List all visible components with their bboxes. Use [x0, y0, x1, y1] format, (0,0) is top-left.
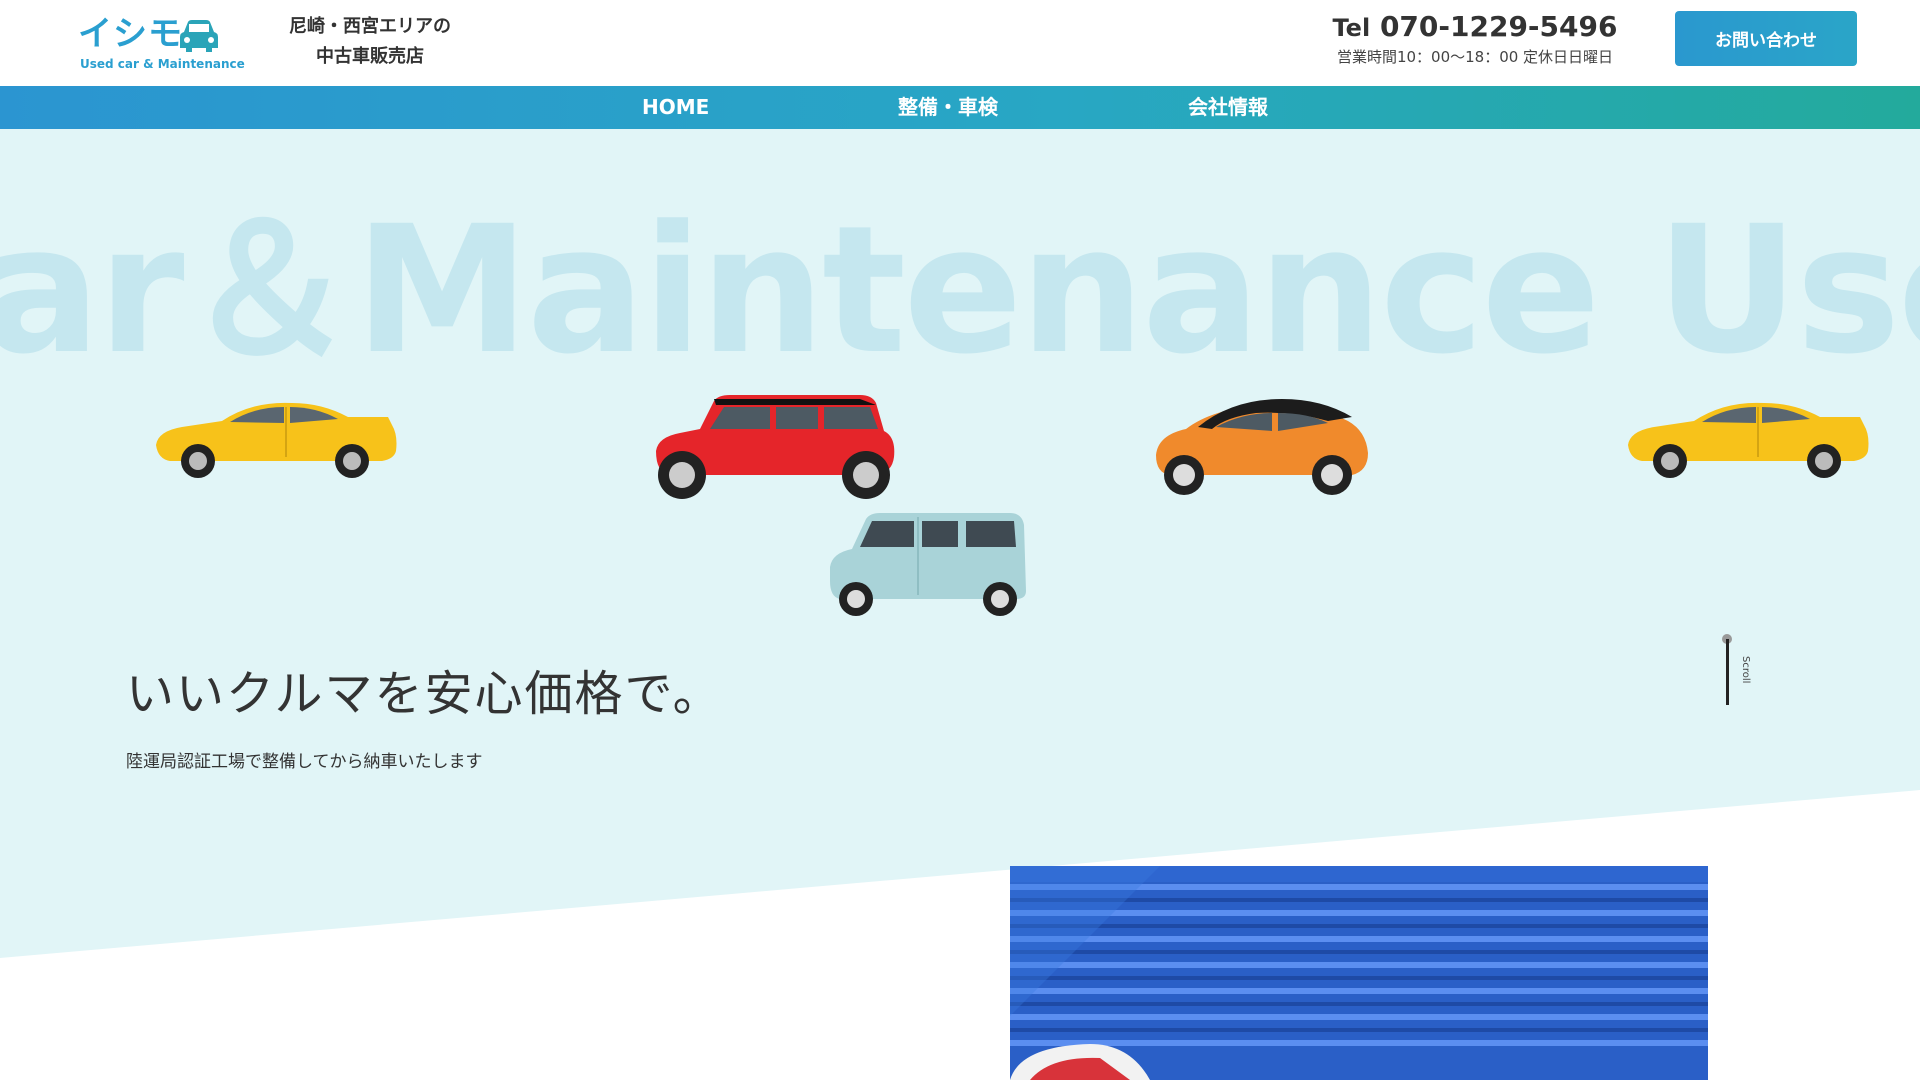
contact-button[interactable]: お問い合わせ [1675, 11, 1857, 66]
site-logo[interactable]: イシモ Used car & Maintenance [78, 14, 245, 74]
nav-item-home[interactable]: HOME [642, 86, 709, 129]
hero-section: ar＆Maintenance Usedcar [0, 129, 1920, 1080]
logo-text: イシモ [78, 14, 183, 54]
store-tagline: 尼崎・西宮エリアの 中古車販売店 [270, 12, 470, 72]
contact-info: Tel 070-1229-5496 営業時間10：00〜18：00 定休日日曜日 [1320, 8, 1630, 67]
site-header: イシモ Used car & Maintenance 尼崎・西宮エリアの 中古車… [0, 0, 1920, 86]
nav-item-maintenance[interactable]: 整備・車検 [898, 86, 998, 129]
business-hours: 営業時間10：00〜18：00 定休日日曜日 [1336, 48, 1614, 66]
logo-subtitle: Used car & Maintenance [80, 57, 245, 71]
car-icon [180, 20, 218, 52]
main-nav: HOME 整備・車検 会社情報 [0, 86, 1920, 129]
tagline-line-1: 尼崎・西宮エリアの [289, 16, 451, 37]
nav-item-company[interactable]: 会社情報 [1188, 86, 1268, 129]
blue-shutter-image [1010, 866, 1708, 1080]
tel-prefix: Tel [1332, 14, 1371, 42]
tel-number: 070-1229-5496 [1379, 10, 1618, 43]
tagline-line-2: 中古車販売店 [316, 46, 424, 67]
phone-number[interactable]: Tel 070-1229-5496 [1320, 8, 1630, 47]
